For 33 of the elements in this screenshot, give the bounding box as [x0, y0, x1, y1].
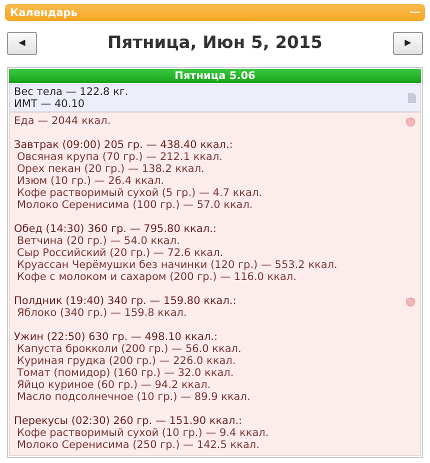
food-item: Кофе растворимый сухой (10 гр.) — 9.4 ккал.	[16, 427, 270, 439]
food-item: Молоко Серенисима (250 гр.) — 142.5 ккал.	[16, 439, 260, 451]
document-icon[interactable]	[408, 93, 416, 103]
food-item: Яйцо куриное (60 гр.) — 94.2 ккал.	[16, 379, 212, 391]
apple-icon[interactable]	[405, 116, 416, 126]
next-day-button[interactable]: ►	[392, 32, 423, 54]
meal-heading: Перекусы (02:30) 260 гр. — 151.90 ккал.:	[14, 415, 242, 427]
food-item: Яблоко (340 гр.) — 159.8 ккал.	[16, 307, 188, 319]
food-total: Еда — 2044 ккал.	[14, 115, 111, 127]
food-item: Сыр Российский (20 гр.) — 72.6 ккал.	[16, 247, 224, 259]
body-stat: Вес тела — 122.8 кг.	[14, 86, 128, 98]
food-item: Изюм (10 гр.) — 26.4 ккал.	[16, 175, 166, 187]
food-item: Ветчина (20 гр.) — 54.0 ккал.	[16, 235, 181, 247]
food-item: Овсяная крупа (70 гр.) — 212.1 ккал.	[16, 151, 224, 163]
meal-heading: Полдник (19:40) 340 гр. — 159.80 ккал.:	[14, 295, 236, 307]
food-item: Томат (помидор) (160 гр.) — 32.0 ккал.	[16, 367, 235, 379]
meal-heading: Обед (14:30) 360 гр. — 795.80 ккал.:	[14, 223, 216, 235]
food-item: Орех пекан (20 гр.) — 138.2 ккал.	[16, 163, 206, 175]
food-item: Куриная грудка (200 гр.) — 226.0 ккал.	[16, 355, 237, 367]
food-item: Круассан Черёмушки без начинки (120 гр.) — 553.2 ккал.	[16, 259, 338, 271]
food-item: Капуста брокколи (200 гр.) — 56.0 ккал.	[16, 343, 242, 355]
food-item: Кофе с молоком и сахаром (200 гр.) — 116.0 ккал.	[16, 271, 298, 283]
food-item: Кофе растворимый сухой (5 гр.) — 4.7 ккал.	[16, 187, 264, 199]
day-header: Пятница 5.06	[9, 69, 421, 83]
apple-icon[interactable]	[405, 296, 416, 306]
meal-heading: Ужин (22:50) 630 гр. — 498.10 ккал.:	[14, 331, 218, 343]
date-title: Пятница, Июн 5, 2015	[107, 33, 323, 53]
previous-day-button[interactable]: ◄	[7, 32, 37, 54]
food-item: Молоко Серенисима (100 гр.) — 57.0 ккал.	[16, 199, 254, 211]
panel-title: Календарь	[10, 6, 78, 18]
body-stat: ИМТ — 40.10	[14, 98, 86, 110]
food-item: Масло подсолнечное (10 гр.) — 89.9 ккал.	[16, 391, 252, 403]
meal-heading: Завтрак (09:00) 205 гр. — 438.40 ккал.:	[14, 139, 233, 151]
